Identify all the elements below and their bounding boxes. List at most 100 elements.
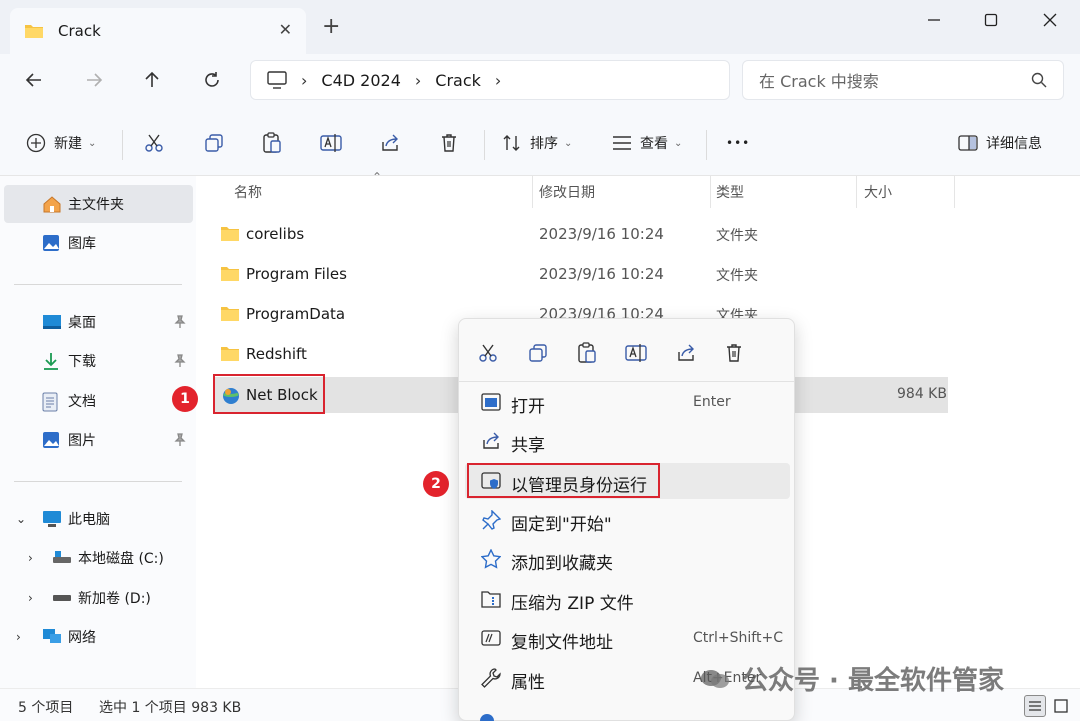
sidebar-item-network[interactable]: › 网络 <box>4 618 193 656</box>
sidebar-item-this-pc[interactable]: ⌄ 此电脑 <box>4 500 193 538</box>
sidebar-item-drive-d[interactable]: › 新加卷 (D:) <box>4 579 193 617</box>
new-tab-button[interactable]: + <box>322 16 340 38</box>
chevron-right-icon[interactable]: › <box>28 551 33 565</box>
context-cut-button[interactable] <box>472 339 504 367</box>
drive-icon <box>53 551 71 563</box>
chevron-down-icon[interactable]: ⌄ <box>16 512 26 526</box>
sidebar-item-pictures[interactable]: 图片 <box>4 421 193 459</box>
wechat-logo-icon <box>701 669 729 688</box>
sidebar-item-label: 图库 <box>68 236 96 252</box>
search-box[interactable]: 在 Crack 中搜索 <box>742 60 1064 100</box>
pin-icon[interactable] <box>173 315 187 329</box>
sidebar-item-home[interactable]: 主文件夹 <box>4 185 193 223</box>
chevron-right-icon[interactable]: › <box>28 591 33 605</box>
refresh-button[interactable] <box>194 64 230 96</box>
cut-button[interactable] <box>144 128 164 158</box>
context-paste-button[interactable] <box>571 339 603 367</box>
breadcrumb-crack[interactable]: Crack <box>435 71 481 90</box>
more-options-button[interactable]: ••• <box>726 128 750 158</box>
open-app-icon <box>481 393 501 411</box>
column-header-name[interactable]: 名称 <box>234 176 262 208</box>
view-list-icon <box>613 136 631 150</box>
menu-item-open[interactable]: 打开 Enter <box>465 384 790 420</box>
up-button[interactable] <box>134 64 170 96</box>
menu-item-label: 共享 <box>511 436 545 456</box>
file-row-corelibs[interactable]: corelibs 2023/9/16 10:24 文件夹 <box>196 216 1080 252</box>
details-view-button[interactable] <box>1024 695 1046 717</box>
chevron-down-icon: ⌄ <box>88 137 97 149</box>
view-button[interactable]: 查看 ⌄ <box>612 128 682 158</box>
pin-icon[interactable] <box>173 354 187 368</box>
menu-item-compress-zip[interactable]: 压缩为 ZIP 文件 <box>465 581 790 617</box>
chevron-right-icon[interactable]: › <box>495 71 501 90</box>
minimize-button[interactable] <box>914 6 954 34</box>
address-bar[interactable]: › C4D 2024 › Crack › <box>250 60 730 100</box>
column-divider[interactable] <box>532 176 533 208</box>
close-tab-icon[interactable]: ✕ <box>279 20 292 39</box>
back-button[interactable] <box>16 64 52 96</box>
delete-button[interactable] <box>440 128 458 158</box>
file-type: 文件夹 <box>716 228 758 244</box>
pin-icon[interactable] <box>173 433 187 447</box>
sidebar-item-documents[interactable]: 文档 <box>4 382 193 420</box>
file-row-program-files[interactable]: Program Files 2023/9/16 10:24 文件夹 <box>196 256 1080 292</box>
folder-icon <box>25 25 43 38</box>
breadcrumb-c4d-2024[interactable]: C4D 2024 <box>321 71 400 90</box>
details-view-icon <box>1029 701 1041 711</box>
menu-item-label: 固定到"开始" <box>511 515 612 535</box>
computer-icon <box>43 511 61 527</box>
sidebar-item-label: 桌面 <box>68 315 96 331</box>
command-bar: 新建 ⌄ 排序 ⌄ 查看 ⌄ ••• 详细信息 <box>0 108 1080 176</box>
close-window-button[interactable] <box>1030 6 1070 34</box>
gallery-icon <box>43 235 59 251</box>
title-bar: Crack ✕ + <box>0 0 1080 54</box>
context-copy-button[interactable] <box>522 339 554 367</box>
paste-button[interactable] <box>262 128 282 158</box>
folder-icon <box>221 227 239 241</box>
rename-button[interactable] <box>320 128 342 158</box>
column-divider[interactable] <box>856 176 857 208</box>
folder-icon <box>221 267 239 281</box>
menu-item-share[interactable]: 共享 <box>465 423 790 459</box>
column-header-type[interactable]: 类型 <box>716 176 744 208</box>
context-share-button[interactable] <box>670 339 702 367</box>
context-delete-button[interactable] <box>718 339 750 367</box>
file-size: 984 KB <box>897 386 947 402</box>
pictures-icon <box>43 432 59 448</box>
copy-button[interactable] <box>204 128 224 158</box>
file-date: 2023/9/16 10:24 <box>539 265 664 283</box>
maximize-button[interactable] <box>971 6 1011 34</box>
column-divider[interactable] <box>710 176 711 208</box>
column-divider[interactable] <box>954 176 955 208</box>
sidebar-item-downloads[interactable]: 下载 <box>4 342 193 380</box>
wrench-icon <box>481 668 501 688</box>
star-icon <box>481 549 501 569</box>
annotation-badge-1: 1 <box>172 386 198 412</box>
toolbar-divider <box>706 130 707 160</box>
context-menu-divider <box>459 381 794 382</box>
column-header-modified[interactable]: 修改日期 <box>539 176 595 208</box>
menu-item-copy-path[interactable]: 复制文件地址 Ctrl+Shift+C <box>465 620 790 656</box>
context-rename-button[interactable] <box>620 339 652 367</box>
drive-icon <box>53 595 71 601</box>
sidebar-item-gallery[interactable]: 图库 <box>4 224 193 262</box>
menu-item-add-to-favorites[interactable]: 添加到收藏夹 <box>465 541 790 577</box>
sidebar-item-drive-c[interactable]: › 本地磁盘 (C:) <box>4 539 193 577</box>
copy-icon <box>529 344 547 362</box>
desktop-icon <box>43 315 61 329</box>
menu-item-pin-to-start[interactable]: 固定到"开始" <box>465 502 790 538</box>
search-input[interactable]: 在 Crack 中搜索 <box>759 68 1031 92</box>
tab-crack[interactable]: Crack ✕ <box>10 8 306 54</box>
sort-button[interactable]: 排序 ⌄ <box>502 128 572 158</box>
chevron-right-icon: › <box>301 70 308 90</box>
sidebar-item-desktop[interactable]: 桌面 <box>4 303 193 341</box>
details-pane-button[interactable]: 详细信息 <box>958 128 1042 158</box>
share-button[interactable] <box>380 128 400 158</box>
column-header-size[interactable]: 大小 <box>864 176 892 208</box>
new-button[interactable]: 新建 ⌄ <box>26 128 96 158</box>
trash-icon <box>442 134 456 152</box>
watermark: 公众号 · 最全软件管家 <box>700 660 1004 697</box>
chevron-right-icon[interactable]: › <box>16 630 21 644</box>
forward-button[interactable] <box>76 64 112 96</box>
tiles-view-button[interactable] <box>1050 695 1072 717</box>
